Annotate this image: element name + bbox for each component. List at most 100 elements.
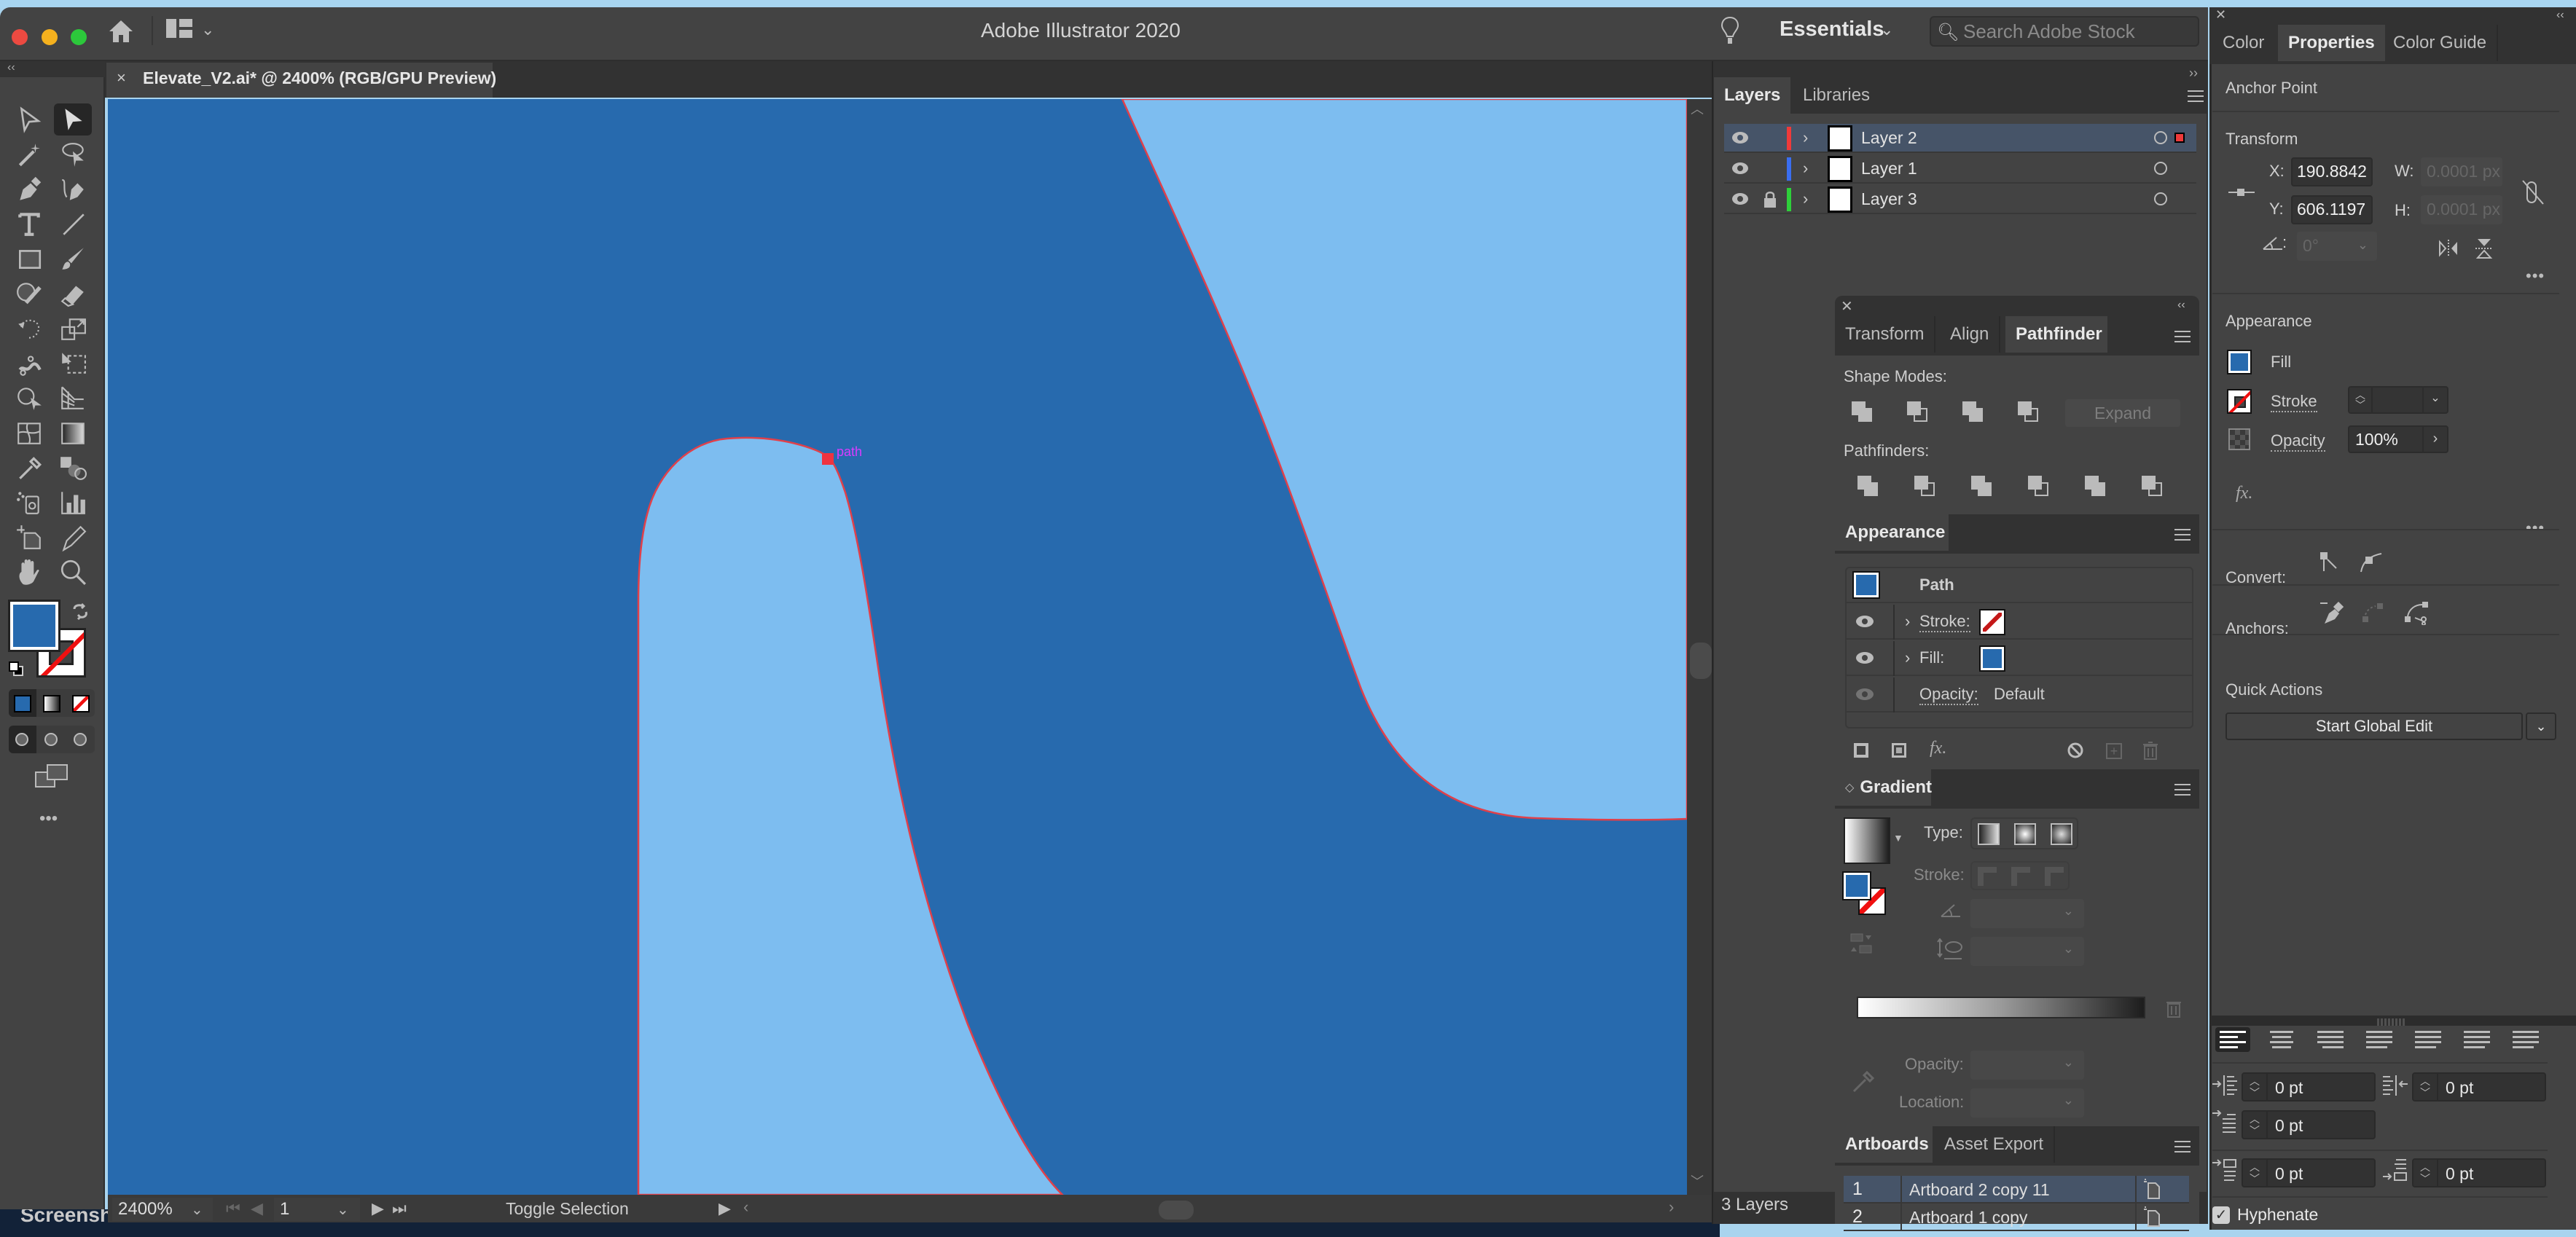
- start-global-edit-button[interactable]: Start Global Edit: [2225, 712, 2523, 740]
- tab-asset-export[interactable]: Asset Export: [1934, 1126, 2056, 1163]
- intersect-icon[interactable]: [1962, 401, 1984, 423]
- left-indent-value[interactable]: 0 pt: [2275, 1078, 2303, 1098]
- artboard-tool[interactable]: [10, 522, 48, 554]
- next-artboard-icon[interactable]: ▶: [372, 1199, 384, 1218]
- rotation-field[interactable]: 0° ⌄: [2297, 232, 2377, 261]
- panel-menu-icon[interactable]: [2174, 529, 2191, 541]
- slice-tool[interactable]: [54, 522, 92, 554]
- add-new-stroke-icon[interactable]: [1854, 743, 1868, 758]
- appearance-stroke-row[interactable]: › Stroke:: [1847, 605, 2192, 640]
- panel-menu-icon[interactable]: [2174, 331, 2191, 342]
- close-panel-icon[interactable]: ✕: [1841, 297, 1853, 315]
- draw-behind-icon[interactable]: [44, 733, 58, 746]
- zoom-level-value[interactable]: 2400%: [118, 1199, 173, 1220]
- first-line-indent-stepper[interactable]: ︿ ﹀: [2243, 1112, 2268, 1138]
- visibility-eye-icon[interactable]: [1731, 192, 1749, 205]
- chevron-down-icon[interactable]: ⌄: [1880, 20, 1893, 39]
- mesh-tool[interactable]: [10, 417, 48, 449]
- layer-row[interactable]: › Layer 3: [1724, 185, 2196, 214]
- space-after-value[interactable]: 0 pt: [2446, 1164, 2473, 1184]
- blend-tool[interactable]: [54, 452, 92, 484]
- fx-effects-icon[interactable]: fx.: [2236, 484, 2252, 503]
- direct-selection-tool[interactable]: [54, 103, 92, 136]
- left-indent-stepper[interactable]: ︿ ﹀: [2243, 1074, 2268, 1100]
- stroke-weight-stepper[interactable]: ︿ ﹀: [2349, 388, 2373, 412]
- clear-appearance-icon[interactable]: [2067, 742, 2084, 759]
- left-indent-field[interactable]: ︿ ﹀ 0 pt: [2242, 1072, 2376, 1101]
- symbol-sprayer-tool[interactable]: [10, 487, 48, 519]
- vertical-scroll-thumb[interactable]: [1690, 643, 1712, 679]
- gradient-aspect-ratio-field[interactable]: ⌄: [1970, 937, 2084, 966]
- draw-normal-icon[interactable]: [15, 733, 28, 746]
- fill-label[interactable]: Fill:: [1919, 648, 1944, 667]
- gradient-preview[interactable]: [1844, 817, 1890, 864]
- artboard-row[interactable]: 1 Artboard 2 copy 11: [1844, 1176, 2189, 1203]
- scroll-down-icon[interactable]: ﹀: [1691, 1171, 1704, 1190]
- minus-back-icon[interactable]: [2141, 475, 2163, 497]
- space-before-value[interactable]: 0 pt: [2275, 1164, 2303, 1184]
- tab-color-guide[interactable]: Color Guide: [2383, 25, 2499, 61]
- stroke-along-button[interactable]: [2011, 867, 2030, 886]
- stock-search-input[interactable]: [1963, 20, 2189, 42]
- close-panel-icon[interactable]: ✕: [2215, 7, 2226, 23]
- scroll-left-icon[interactable]: ‹: [743, 1198, 748, 1217]
- stock-search-box[interactable]: 🔍︎: [1930, 16, 2199, 47]
- appearance-object-row[interactable]: Path: [1847, 568, 2192, 603]
- gradient-slider[interactable]: [1857, 997, 2145, 1018]
- free-transform-tool[interactable]: [54, 347, 92, 380]
- first-line-indent-field[interactable]: ︿ ﹀ 0 pt: [2242, 1110, 2376, 1139]
- layer-target-icon[interactable]: [2154, 162, 2167, 175]
- stroke-across-button[interactable]: [2045, 867, 2064, 886]
- visibility-eye-icon[interactable]: [1731, 131, 1749, 144]
- hyphenate-label[interactable]: Hyphenate: [2237, 1205, 2318, 1225]
- eyedropper-icon[interactable]: [1851, 1069, 1876, 1094]
- fx-effects-icon[interactable]: fx.: [1930, 739, 1946, 758]
- linear-gradient-button[interactable]: [1978, 823, 2000, 845]
- width-field[interactable]: 0.0001 px: [2421, 157, 2502, 186]
- artboard-name[interactable]: Artboard 1 copy: [1909, 1208, 2027, 1228]
- draw-inside-icon[interactable]: [74, 733, 87, 746]
- crop-icon[interactable]: [2027, 475, 2049, 497]
- opacity-label[interactable]: Opacity:: [1919, 685, 1978, 705]
- fill-swatch[interactable]: [2227, 350, 2252, 374]
- gradient-opacity-field[interactable]: ⌄: [1970, 1051, 2084, 1080]
- align-right-button[interactable]: [2313, 1027, 2348, 1052]
- layer-row[interactable]: › Layer 1: [1724, 154, 2196, 184]
- window-maximize-button[interactable]: [71, 29, 87, 45]
- delete-stop-icon[interactable]: [2166, 1000, 2182, 1018]
- collapse-panel-icon[interactable]: ‹‹: [2556, 9, 2564, 22]
- chevron-down-icon[interactable]: ⌄: [337, 1201, 349, 1219]
- reverse-gradient-icon[interactable]: [1849, 932, 1873, 954]
- artboard-options-icon[interactable]: [2144, 1179, 2160, 1199]
- curvature-tool[interactable]: [54, 173, 92, 205]
- artboard-name[interactable]: Artboard 2 copy 11: [1909, 1180, 2050, 1200]
- tab-transform[interactable]: Transform: [1835, 316, 1936, 353]
- more-options-icon[interactable]: •••: [2526, 267, 2545, 286]
- selection-tool[interactable]: [10, 103, 48, 136]
- chevron-right-icon[interactable]: ›: [1905, 648, 1910, 667]
- toolbar-collapse[interactable]: ‹‹: [0, 61, 105, 77]
- trim-icon[interactable]: [1914, 475, 1935, 497]
- lock-icon[interactable]: [1763, 191, 1777, 208]
- color-mode-icon[interactable]: [14, 695, 31, 712]
- y-position-field[interactable]: 606.1197: [2291, 195, 2373, 224]
- space-after-stepper[interactable]: ︿ ﹀: [2413, 1160, 2438, 1186]
- opacity-field[interactable]: 100% ›: [2348, 425, 2448, 453]
- expand-button[interactable]: Expand: [2065, 399, 2180, 427]
- chevron-right-icon[interactable]: ›: [1803, 189, 1808, 208]
- layer-name[interactable]: Layer 3: [1861, 189, 1917, 209]
- panel-menu-icon[interactable]: [2174, 1141, 2191, 1152]
- chevron-down-icon[interactable]: ⌄: [2063, 1055, 2074, 1070]
- height-field[interactable]: 0.0001 px: [2421, 195, 2502, 224]
- rotate-tool[interactable]: [10, 313, 48, 345]
- home-icon[interactable]: [108, 19, 134, 44]
- unite-icon[interactable]: [1851, 401, 1873, 423]
- column-graph-tool[interactable]: [54, 487, 92, 519]
- space-before-field[interactable]: ︿ ﹀ 0 pt: [2242, 1158, 2376, 1187]
- hyphenate-checkbox[interactable]: ✓: [2212, 1206, 2230, 1224]
- convert-to-corner-icon[interactable]: [2320, 552, 2339, 573]
- justify-last-left-button[interactable]: [2362, 1027, 2397, 1052]
- minus-front-icon[interactable]: [1906, 401, 1928, 423]
- remove-anchor-icon[interactable]: [2320, 602, 2344, 625]
- artwork[interactable]: path: [108, 99, 1687, 1195]
